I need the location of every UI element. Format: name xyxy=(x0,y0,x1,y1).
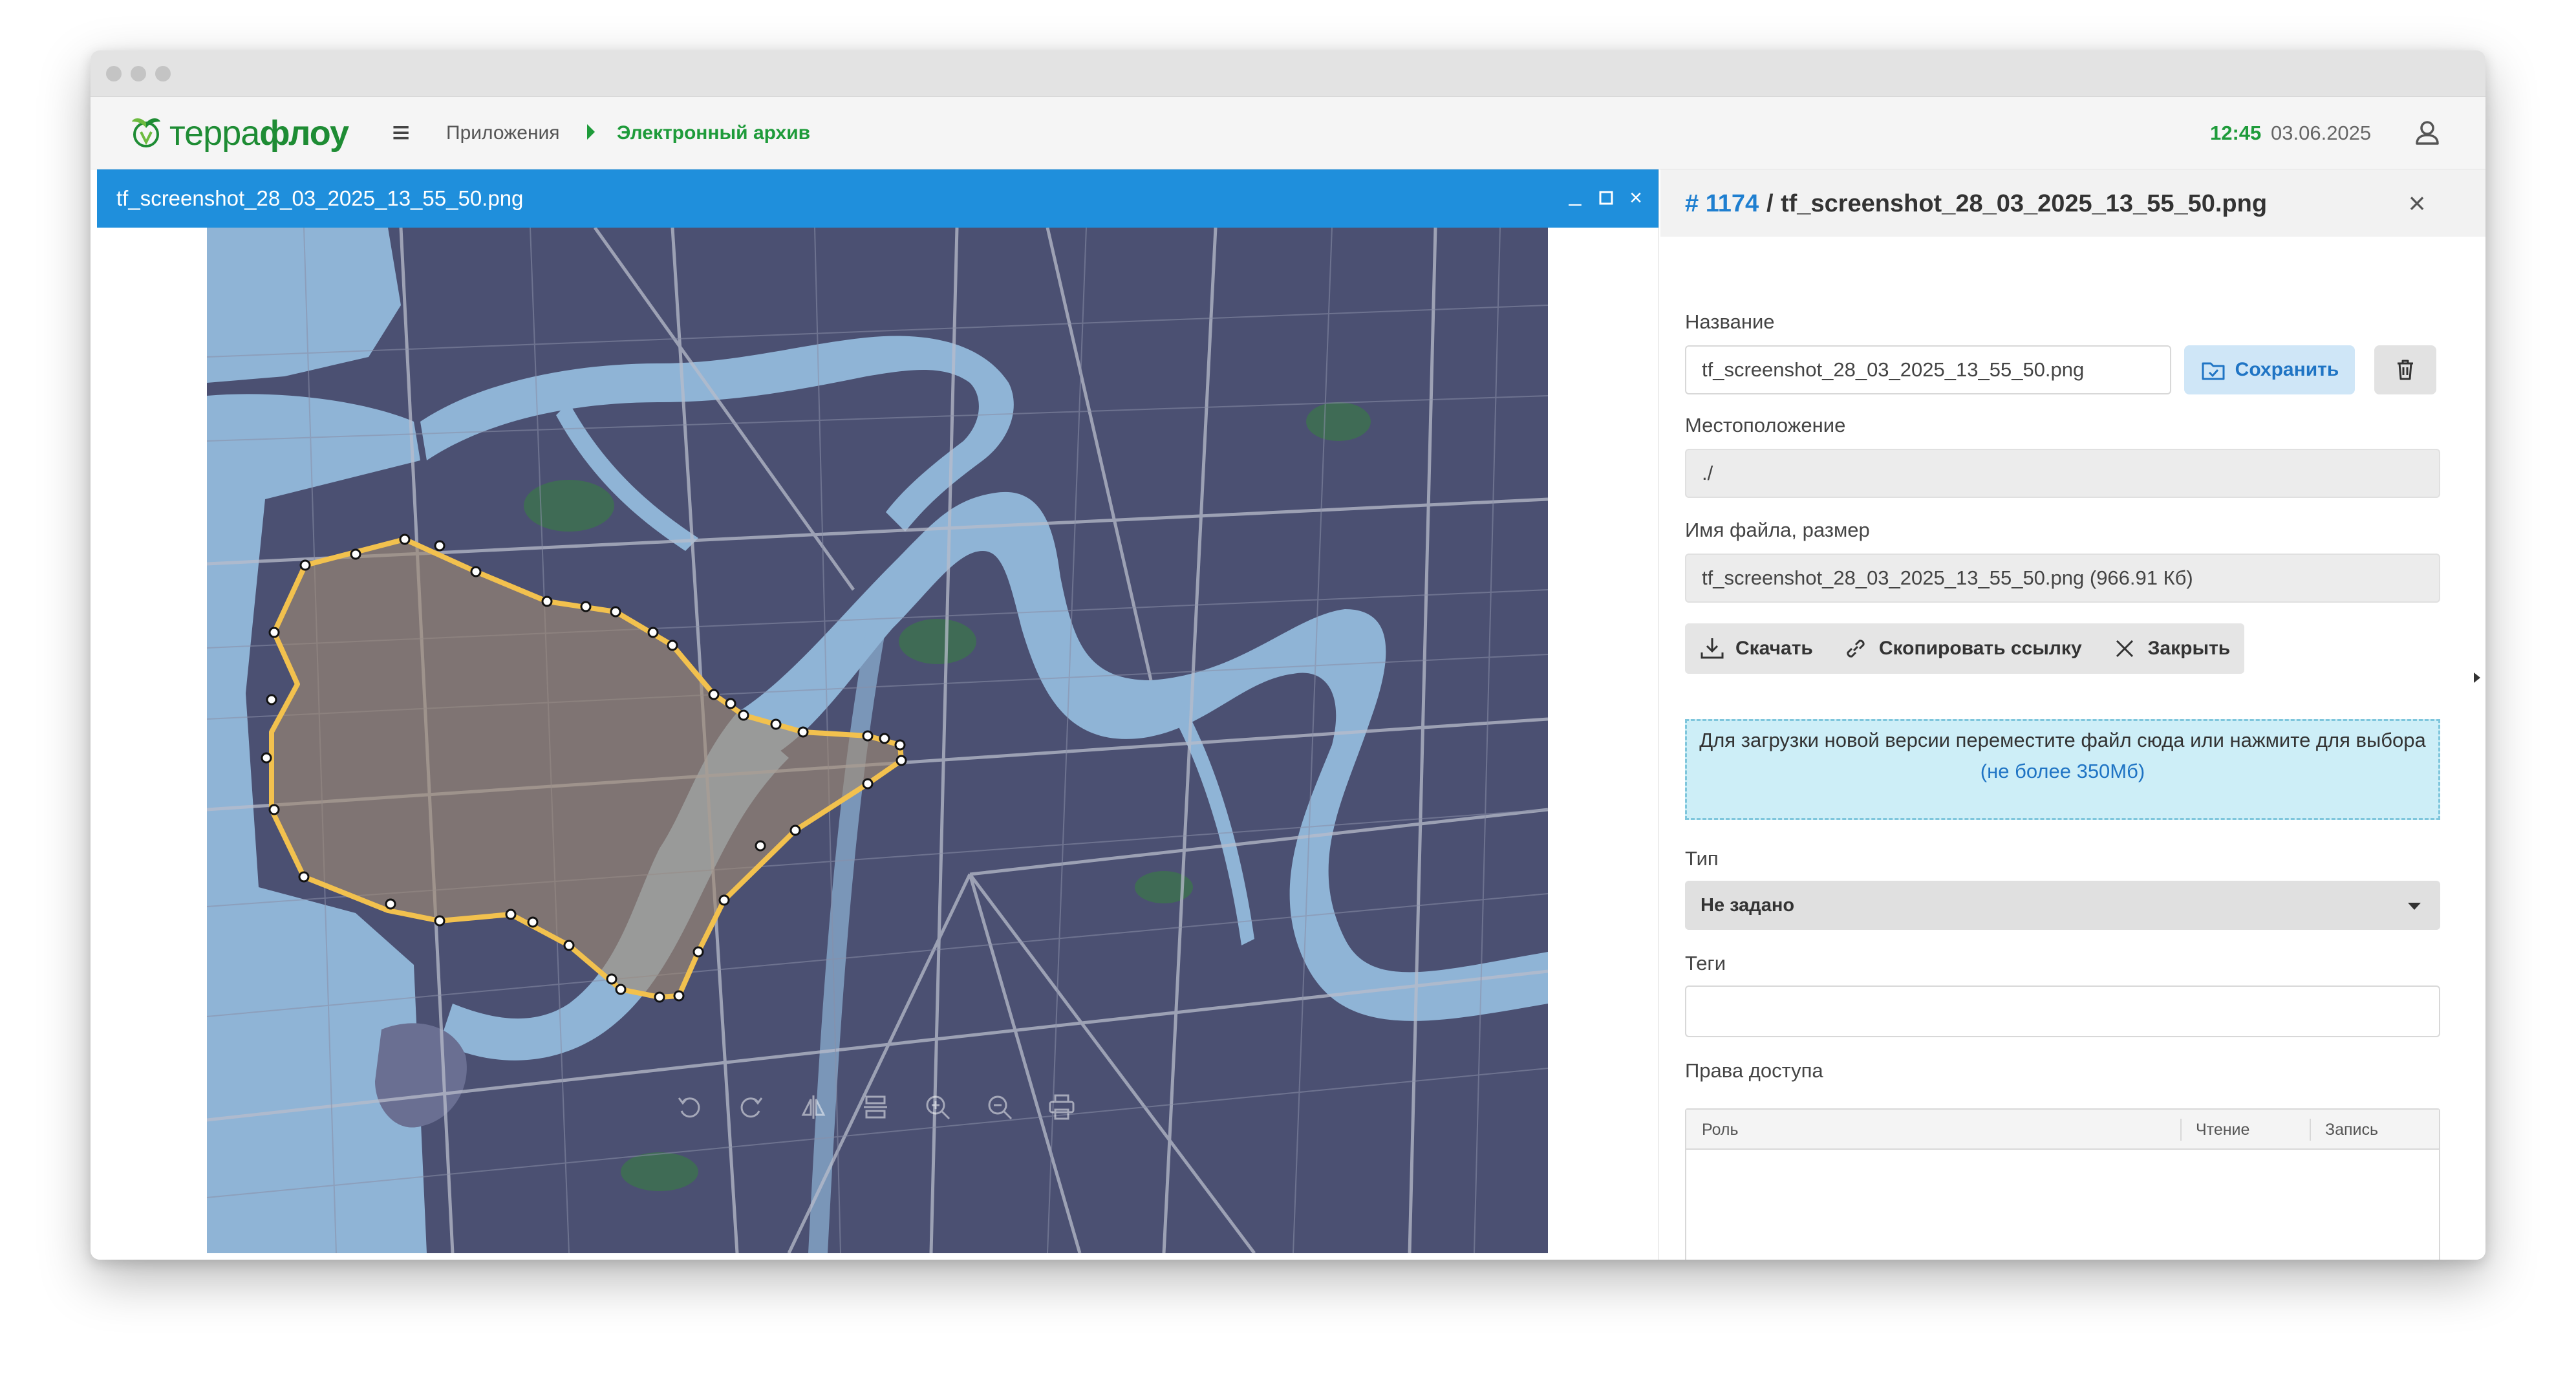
viewer-header: tf_screenshot_28_03_2025_13_55_50.png _ … xyxy=(97,169,1658,228)
logo-text: террафлоу xyxy=(169,113,349,153)
maximize-icon[interactable] xyxy=(1594,186,1618,210)
window-zoom-dot[interactable] xyxy=(155,66,171,81)
minimize-icon[interactable]: _ xyxy=(1563,182,1587,206)
zoom-in-icon[interactable] xyxy=(914,1084,961,1130)
save-button[interactable]: Сохранить xyxy=(2184,345,2355,394)
col-divider xyxy=(2310,1119,2311,1141)
rights-label: Права доступа xyxy=(1685,1059,1823,1082)
folder-save-icon xyxy=(2202,362,2225,380)
link-icon xyxy=(1847,640,1865,658)
breadcrumb-archive[interactable]: Электронный архив xyxy=(617,120,810,146)
flip-vertical-icon[interactable] xyxy=(852,1084,899,1130)
image-viewer: tf_screenshot_28_03_2025_13_55_50.png _ … xyxy=(97,169,1659,1260)
delete-button[interactable] xyxy=(2374,345,2436,394)
flip-horizontal-icon[interactable] xyxy=(790,1084,837,1130)
panel-close-icon[interactable]: × xyxy=(2398,184,2436,222)
user-icon[interactable] xyxy=(2410,116,2444,150)
logo-text-part1: терра xyxy=(169,114,260,153)
download-icon xyxy=(1701,638,1724,659)
close-icon[interactable]: × xyxy=(1624,186,1648,210)
rotate-right-icon[interactable] xyxy=(728,1084,775,1130)
panel-title: tf_screenshot_28_03_2025_13_55_50.png xyxy=(1781,190,2268,217)
col-role[interactable]: Роль xyxy=(1702,1120,1739,1139)
file-id: # 1174 xyxy=(1685,190,1759,217)
window-close-dot[interactable] xyxy=(106,66,122,81)
side-expand-arrow-icon[interactable] xyxy=(2474,673,2480,683)
viewer-title: tf_screenshot_28_03_2025_13_55_50.png xyxy=(116,186,524,210)
location-field: ./ xyxy=(1685,449,2440,498)
print-icon[interactable] xyxy=(1038,1084,1085,1130)
rotate-left-icon[interactable] xyxy=(666,1084,713,1130)
file-details-panel: # 1174 / tf_screenshot_28_03_2025_13_55_… xyxy=(1660,169,2485,1260)
app-header: террафлоу ≡ Приложения Электронный архив… xyxy=(91,97,2485,169)
col-divider xyxy=(2180,1119,2182,1141)
download-label: Скачать xyxy=(1735,638,1813,659)
type-select-value: Не задано xyxy=(1701,895,1795,916)
hamburger-menu-icon[interactable]: ≡ xyxy=(392,115,410,151)
filename-label: Имя файла, размер xyxy=(1685,519,1870,541)
rights-table: Роль Чтение Запись xyxy=(1685,1108,2440,1260)
col-read[interactable]: Чтение xyxy=(2196,1120,2249,1139)
window-titlebar xyxy=(91,50,2485,97)
viewer-toolbar xyxy=(666,1081,1085,1133)
close-x-icon xyxy=(2116,640,2133,658)
panel-header: # 1174 / tf_screenshot_28_03_2025_13_55_… xyxy=(1660,169,2485,237)
close-file-button[interactable]: Закрыть xyxy=(2112,636,2231,662)
filename-field: tf_screenshot_28_03_2025_13_55_50.png (9… xyxy=(1685,554,2440,603)
dropzone-limit: (не более 350Мб) xyxy=(1980,760,2145,782)
logo-icon xyxy=(132,118,160,147)
clock-date: 03.06.2025 xyxy=(2271,122,2372,144)
rights-table-header: Роль Чтение Запись xyxy=(1686,1110,2439,1150)
window-minimize-dot[interactable] xyxy=(131,66,146,81)
save-button-label: Сохранить xyxy=(2235,359,2339,380)
name-input[interactable]: tf_screenshot_28_03_2025_13_55_50.png xyxy=(1685,345,2171,394)
breadcrumb-arrow-icon xyxy=(587,124,595,140)
breadcrumb-apps[interactable]: Приложения xyxy=(446,120,560,146)
logo-text-part2: флоу xyxy=(259,114,349,153)
dropzone-text: Для загрузки новой версии переместите фа… xyxy=(1699,729,2426,751)
type-label: Тип xyxy=(1685,847,1719,870)
trash-icon xyxy=(2398,360,2413,380)
upload-dropzone[interactable]: Для загрузки новой версии переместите фа… xyxy=(1685,719,2440,820)
title-separator: / xyxy=(1766,190,1774,217)
type-select[interactable]: Не задано xyxy=(1685,881,2440,930)
copy-link-label: Скопировать ссылку xyxy=(1878,638,2082,659)
name-label: Название xyxy=(1685,310,1775,333)
close-file-label: Закрыть xyxy=(2147,638,2231,659)
location-label: Местоположение xyxy=(1685,414,1846,436)
app-logo[interactable]: террафлоу xyxy=(127,109,349,158)
zoom-out-icon[interactable] xyxy=(976,1084,1023,1130)
clock-time: 12:45 xyxy=(2210,122,2262,144)
file-actions-bar: Скачать Скопировать ссылку Закрыть xyxy=(1685,623,2245,674)
chevron-down-icon xyxy=(2408,903,2421,910)
tags-input[interactable] xyxy=(1685,985,2440,1037)
copy-link-button[interactable]: Скопировать ссылку xyxy=(1843,636,2082,662)
browser-window: террафлоу ≡ Приложения Электронный архив… xyxy=(91,50,2485,1260)
tags-label: Теги xyxy=(1685,952,1726,974)
download-button[interactable]: Скачать xyxy=(1699,636,1813,662)
col-write[interactable]: Запись xyxy=(2325,1120,2378,1139)
